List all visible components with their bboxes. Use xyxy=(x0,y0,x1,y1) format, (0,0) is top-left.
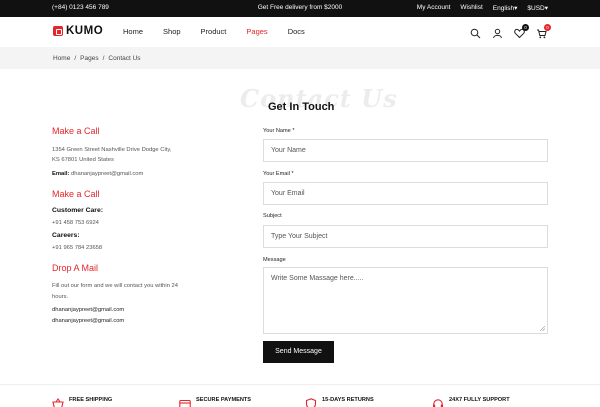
email-label: Your Email * xyxy=(263,171,294,177)
currency-label: $USD xyxy=(527,5,545,12)
name-label: Your Name * xyxy=(263,128,295,134)
main-nav: KUMO Home Shop Product Pages Docs 0 0 xyxy=(0,17,600,47)
my-account-link[interactable]: My Account xyxy=(417,4,451,12)
chevron-down-icon: ▾ xyxy=(514,5,518,12)
mail-heading: Drop A Mail xyxy=(52,263,99,273)
resize-handle-icon[interactable] xyxy=(540,326,545,331)
mail-text-2: hours. xyxy=(52,294,69,300)
nav-item-shop[interactable]: Shop xyxy=(163,27,181,36)
currency-select[interactable]: $USD▾ xyxy=(527,4,548,12)
topbar-links: My Account Wishlist English▾ $USD▾ xyxy=(417,4,548,12)
search-icon[interactable] xyxy=(470,26,481,39)
logo-icon xyxy=(53,26,63,36)
email-value[interactable]: dhananjaypreet@gmail.com xyxy=(71,171,143,177)
heart-icon[interactable]: 0 xyxy=(514,24,529,39)
careers-label: Careers: xyxy=(52,232,80,239)
user-icon[interactable] xyxy=(492,26,503,39)
headset-icon xyxy=(433,399,443,407)
call-heading: Make a Call xyxy=(52,126,100,136)
feature-label: 24X7 FULLY SUPPORT xyxy=(449,397,510,403)
subject-input[interactable]: Type Your Subject xyxy=(263,225,548,248)
customer-care-phone[interactable]: +91 458 753 6924 xyxy=(52,219,99,228)
address-line-2: KS 67801 United States xyxy=(52,157,114,163)
breadcrumb-home[interactable]: Home xyxy=(53,55,70,62)
breadcrumb: Home / Pages / Contact Us xyxy=(53,55,141,62)
language-label: English xyxy=(492,5,515,12)
shield-icon xyxy=(305,398,317,407)
cart-count-badge: 0 xyxy=(544,24,551,31)
form-title: Get In Touch xyxy=(268,101,335,113)
breadcrumb-current: Contact Us xyxy=(108,55,141,62)
email-row: Email: dhananjaypreet@gmail.com xyxy=(52,170,143,179)
feature-label: 15-DAYS RETURNS xyxy=(322,397,374,403)
customer-care-label: Customer Care: xyxy=(52,207,103,214)
address-line-1: 1354 Green Street Nashville Drive Dodge … xyxy=(52,147,172,153)
breadcrumb-separator: / xyxy=(74,55,77,62)
mail-address-1[interactable]: dhananjaypreet@gmail.com xyxy=(52,306,124,315)
email-label: Email: xyxy=(52,171,70,177)
feature-secure-payments: SECURE PAYMENTS xyxy=(179,397,252,407)
feature-free-shipping: FREE SHIPPING xyxy=(52,397,113,407)
nav-item-pages[interactable]: Pages xyxy=(246,27,267,36)
top-bar: (+84) 0123 456 789 Get Free delivery fro… xyxy=(0,0,600,17)
feature-returns: 15-DAYS RETURNS xyxy=(305,397,374,407)
wishlist-link[interactable]: Wishlist xyxy=(460,4,482,12)
nav-icons: 0 0 xyxy=(470,24,551,39)
logo[interactable]: KUMO xyxy=(53,25,103,37)
message-placeholder: Write Some Massage here..... xyxy=(271,275,364,282)
nav-item-docs[interactable]: Docs xyxy=(288,27,305,36)
credit-card-icon xyxy=(179,399,191,407)
nav-item-home[interactable]: Home xyxy=(123,27,143,36)
feature-label: FREE SHIPPING xyxy=(69,397,113,403)
email-input[interactable]: Your Email xyxy=(263,182,548,205)
nav-menu: Home Shop Product Pages Docs xyxy=(123,27,325,36)
wishlist-count-badge: 0 xyxy=(522,24,529,31)
mail-address-2[interactable]: dhananjaypreet@gmail.com xyxy=(52,317,124,326)
logo-text: KUMO xyxy=(66,25,104,37)
mail-text-1: Fill out our form and we will contact yo… xyxy=(52,283,178,289)
chevron-down-icon: ▾ xyxy=(544,5,548,12)
message-textarea[interactable]: Write Some Massage here..... xyxy=(263,267,548,334)
breadcrumb-bar: Home / Pages / Contact Us xyxy=(0,47,600,69)
subject-label: Subject xyxy=(263,213,282,219)
feature-label: SECURE PAYMENTS xyxy=(196,397,252,403)
language-select[interactable]: English▾ xyxy=(493,4,518,12)
basket-icon xyxy=(52,398,64,407)
breadcrumb-pages[interactable]: Pages xyxy=(80,55,98,62)
nav-item-product[interactable]: Product xyxy=(201,27,227,36)
name-input[interactable]: Your Name xyxy=(263,139,548,162)
send-message-button[interactable]: Send Message xyxy=(263,341,334,363)
feature-support: 24X7 FULLY SUPPORT xyxy=(432,397,510,407)
breadcrumb-separator: / xyxy=(102,55,105,62)
call-heading-2: Make a Call xyxy=(52,189,100,199)
cart-icon[interactable]: 0 xyxy=(536,24,551,39)
message-label: Message xyxy=(263,257,286,263)
careers-phone[interactable]: +91 965 784 23658 xyxy=(52,244,102,253)
